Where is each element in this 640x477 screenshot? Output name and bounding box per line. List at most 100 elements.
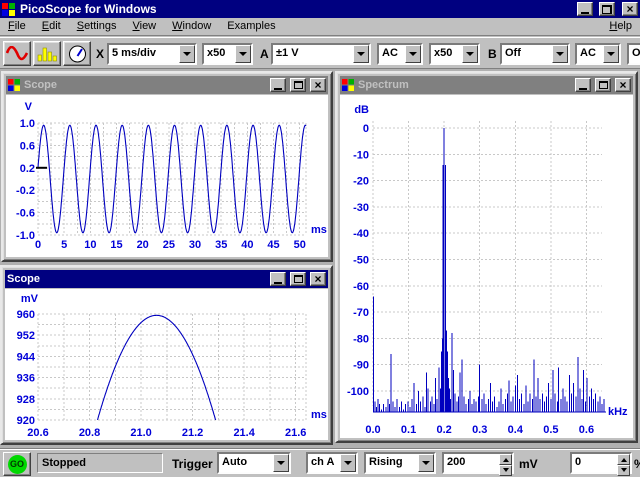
chevron-down-icon[interactable] [418, 454, 434, 472]
svg-text:kHz: kHz [608, 406, 628, 418]
app-titlebar[interactable]: PicoScope for Windows × [0, 0, 640, 18]
svg-text:21.4: 21.4 [233, 427, 255, 439]
spectrum-title: Spectrum [358, 79, 409, 91]
channel-b-coupling-select[interactable]: AC [575, 43, 621, 65]
timebase-select[interactable]: 5 ms/div [107, 43, 197, 65]
minimize-button[interactable] [270, 272, 286, 286]
svg-text:5: 5 [61, 239, 67, 251]
spectrum-view-button[interactable] [33, 41, 61, 66]
chevron-down-icon[interactable] [179, 45, 195, 63]
channel-a-label: A [260, 47, 269, 61]
svg-text:21.0: 21.0 [130, 427, 151, 439]
trigger-delay-input[interactable]: 0 [570, 452, 632, 476]
channel-a-multiplier-select[interactable]: x50 [429, 43, 480, 65]
close-icon: × [626, 2, 634, 16]
status-text: Stopped [37, 453, 163, 473]
picoscope-app-window: PicoScope for Windows × File Edit Settin… [0, 0, 640, 477]
svg-text:-80: -80 [353, 333, 369, 345]
channel-a-coupling-select[interactable]: AC [377, 43, 423, 65]
channel-b-label: B [488, 47, 497, 61]
svg-text:-10: -10 [353, 149, 369, 161]
minimize-icon [274, 87, 282, 90]
minimize-button[interactable] [270, 78, 286, 92]
spectrum-bars-icon [37, 47, 57, 61]
scope-view-button[interactable] [3, 41, 31, 66]
close-button[interactable]: × [622, 2, 638, 16]
maximize-button[interactable] [290, 78, 306, 92]
maximize-icon [293, 275, 303, 283]
svg-text:-0.6: -0.6 [16, 208, 35, 220]
trigger-channel-select[interactable]: ch A [306, 452, 358, 474]
menubar: File Edit Settings View Window Examples … [0, 18, 640, 36]
trigger-mode-select[interactable]: Auto [217, 452, 291, 474]
spin-up-icon[interactable] [617, 454, 630, 465]
spin-down-icon[interactable] [499, 465, 512, 476]
chevron-down-icon[interactable] [405, 45, 421, 63]
svg-text:dB: dB [354, 104, 369, 116]
minimize-button[interactable] [577, 2, 593, 16]
svg-text:0.6: 0.6 [20, 140, 35, 152]
maximize-button[interactable] [290, 272, 306, 286]
svg-text:0: 0 [35, 239, 41, 251]
svg-text:960: 960 [17, 309, 35, 321]
menu-settings[interactable]: Settings [69, 18, 125, 35]
channel-a-range-select[interactable]: ±1 V [271, 43, 371, 65]
svg-text:-1.0: -1.0 [16, 230, 35, 242]
spin-down-icon[interactable] [617, 465, 630, 476]
menu-file[interactable]: File [0, 18, 34, 35]
svg-text:928: 928 [17, 394, 35, 406]
menu-edit[interactable]: Edit [34, 18, 69, 35]
chevron-down-icon[interactable] [462, 45, 478, 63]
svg-text:0.0: 0.0 [365, 424, 380, 436]
scope1-titlebar[interactable]: Scope × [6, 76, 328, 94]
toolbar: X 5 ms/div x50 A ±1 V AC x50 B Off AC O [0, 37, 640, 69]
trigger-level-input[interactable]: 200 [442, 452, 514, 476]
trigger-edge-select[interactable]: Rising [364, 452, 436, 474]
chevron-down-icon[interactable] [353, 45, 369, 63]
go-button[interactable]: GO [3, 452, 31, 476]
channel-b-range-select[interactable]: Off [500, 43, 570, 65]
chevron-down-icon[interactable] [603, 45, 619, 63]
svg-text:936: 936 [17, 373, 35, 385]
maximize-button[interactable] [595, 78, 611, 92]
menu-examples[interactable]: Examples [219, 18, 283, 35]
svg-text:0.6: 0.6 [579, 424, 594, 436]
spin-up-icon[interactable] [499, 454, 512, 465]
scope2-titlebar[interactable]: Scope × [5, 270, 328, 288]
close-button[interactable]: × [615, 78, 631, 92]
close-button[interactable]: × [310, 78, 326, 92]
scope-window-1: Scope × 1.0 0.6 0.2 -0.2 -0.6 -1.0 0 5 10 15 20 25 3… [1, 71, 333, 262]
minimize-button[interactable] [575, 78, 591, 92]
app-title: PicoScope for Windows [20, 2, 157, 16]
svg-text:35: 35 [215, 239, 227, 251]
menu-window[interactable]: Window [164, 18, 219, 35]
close-icon: × [314, 78, 322, 92]
minimize-icon [581, 11, 589, 14]
chevron-down-icon[interactable] [273, 454, 289, 472]
close-button[interactable]: × [310, 272, 326, 286]
svg-text:50: 50 [294, 239, 306, 251]
chevron-down-icon[interactable] [552, 45, 568, 63]
chevron-down-icon[interactable] [235, 45, 251, 63]
svg-text:25: 25 [163, 239, 175, 251]
svg-text:20.8: 20.8 [79, 427, 100, 439]
chevron-down-icon[interactable] [340, 454, 356, 472]
menu-help[interactable]: Help [601, 18, 640, 35]
svg-text:-60: -60 [353, 281, 369, 293]
svg-text:-40: -40 [353, 228, 369, 240]
sine-wave-icon [6, 46, 28, 61]
menu-view[interactable]: View [124, 18, 164, 35]
svg-text:mV: mV [21, 293, 39, 305]
svg-text:40: 40 [241, 239, 253, 251]
channel-b-multiplier-select[interactable]: Off [627, 43, 640, 65]
restore-button[interactable] [599, 2, 615, 16]
svg-text:-70: -70 [353, 307, 369, 319]
svg-text:952: 952 [17, 330, 35, 342]
meter-view-button[interactable] [63, 41, 91, 66]
svg-text:-20: -20 [353, 176, 369, 188]
svg-text:ms: ms [311, 224, 327, 236]
spectrum-titlebar[interactable]: Spectrum × [340, 76, 633, 94]
svg-text:920: 920 [17, 415, 35, 427]
timebase-multiplier-select[interactable]: x50 [202, 43, 253, 65]
minimize-icon [579, 87, 587, 90]
